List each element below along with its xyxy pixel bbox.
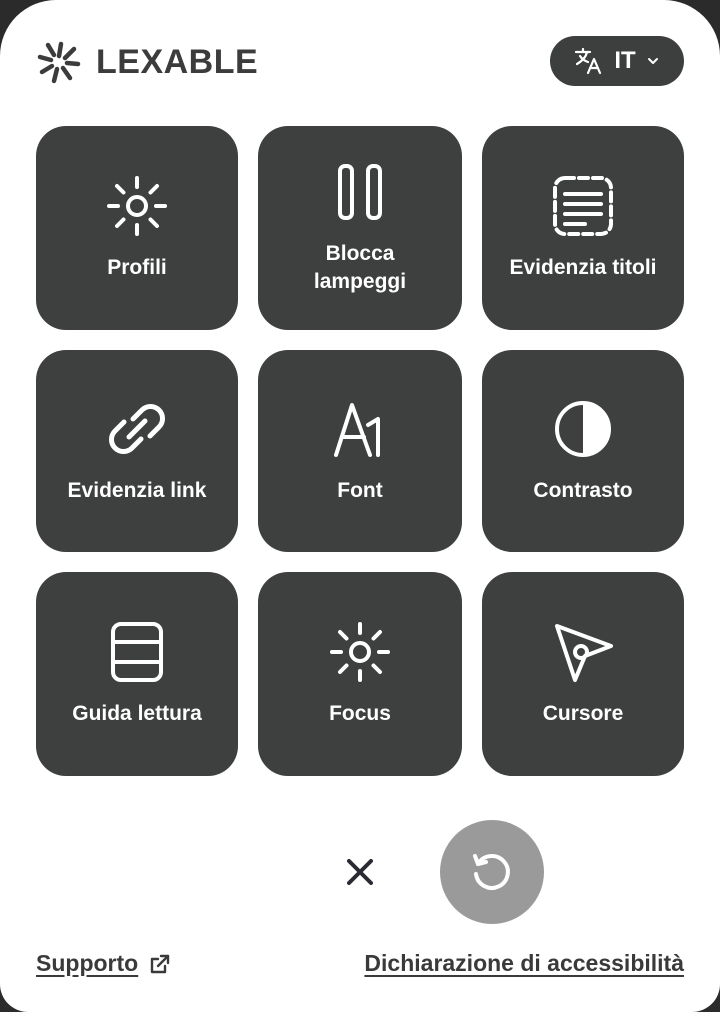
tile-evidenzia-titoli[interactable]: Evidenzia titoli xyxy=(482,126,684,330)
tile-label: Profili xyxy=(107,256,167,279)
translate-icon xyxy=(575,47,602,75)
tile-profili[interactable]: Profili xyxy=(36,126,238,330)
tile-focus[interactable]: Focus xyxy=(258,572,462,776)
accessibility-statement-link[interactable]: Dichiarazione di accessibilità xyxy=(364,950,684,977)
accessibility-link-label: Dichiarazione di accessibilità xyxy=(364,950,684,976)
tile-guida-lettura[interactable]: Guida lettura xyxy=(36,572,238,776)
close-button[interactable] xyxy=(338,850,382,894)
close-icon xyxy=(347,859,373,885)
tile-label: Guida lettura xyxy=(72,702,202,725)
sun-icon xyxy=(107,176,167,236)
cursor-icon xyxy=(555,624,613,682)
chevron-down-icon xyxy=(647,58,658,64)
font-icon xyxy=(334,403,380,457)
tile-label: Focus xyxy=(329,702,391,725)
brand-logo: LEXABLE xyxy=(36,38,258,86)
tile-label: Evidenzia link xyxy=(67,479,207,502)
support-link-label: Supporto xyxy=(36,950,139,976)
tile-label: Cursore xyxy=(542,702,624,725)
support-link[interactable]: Supporto xyxy=(36,950,172,977)
reset-button[interactable] xyxy=(440,820,544,924)
reading-guide-icon xyxy=(111,622,163,682)
lexable-logo-icon xyxy=(37,41,81,84)
tile-label: Font xyxy=(337,479,383,502)
tile-label: Evidenzia titoli xyxy=(509,256,657,279)
language-selector[interactable]: IT xyxy=(550,36,684,86)
focus-icon xyxy=(330,622,390,682)
tile-blocca-lampeggi[interactable]: Blocca lampeggi xyxy=(258,126,462,330)
accessibility-panel: LEXABLE IT Profili Blocca lampeggi Evide… xyxy=(0,0,720,1012)
link-icon xyxy=(109,404,165,454)
pause-icon xyxy=(338,164,382,220)
features-grid: Profili Blocca lampeggi Evidenzia titoli… xyxy=(36,126,684,776)
highlight-titles-icon xyxy=(553,176,613,236)
tile-label: Blocca lampeggi xyxy=(313,242,407,293)
reset-icon xyxy=(473,853,510,890)
tile-contrasto[interactable]: Contrasto xyxy=(482,350,684,552)
contrast-icon xyxy=(555,401,611,457)
tile-font[interactable]: Font xyxy=(258,350,462,552)
language-code: IT xyxy=(614,47,636,74)
brand-name: LEXABLE xyxy=(96,42,259,81)
panel-header: LEXABLE IT xyxy=(36,36,684,88)
external-link-icon xyxy=(151,954,170,973)
tile-label: Contrasto xyxy=(533,479,633,502)
tile-cursore[interactable]: Cursore xyxy=(482,572,684,776)
tile-evidenzia-link[interactable]: Evidenzia link xyxy=(36,350,238,552)
